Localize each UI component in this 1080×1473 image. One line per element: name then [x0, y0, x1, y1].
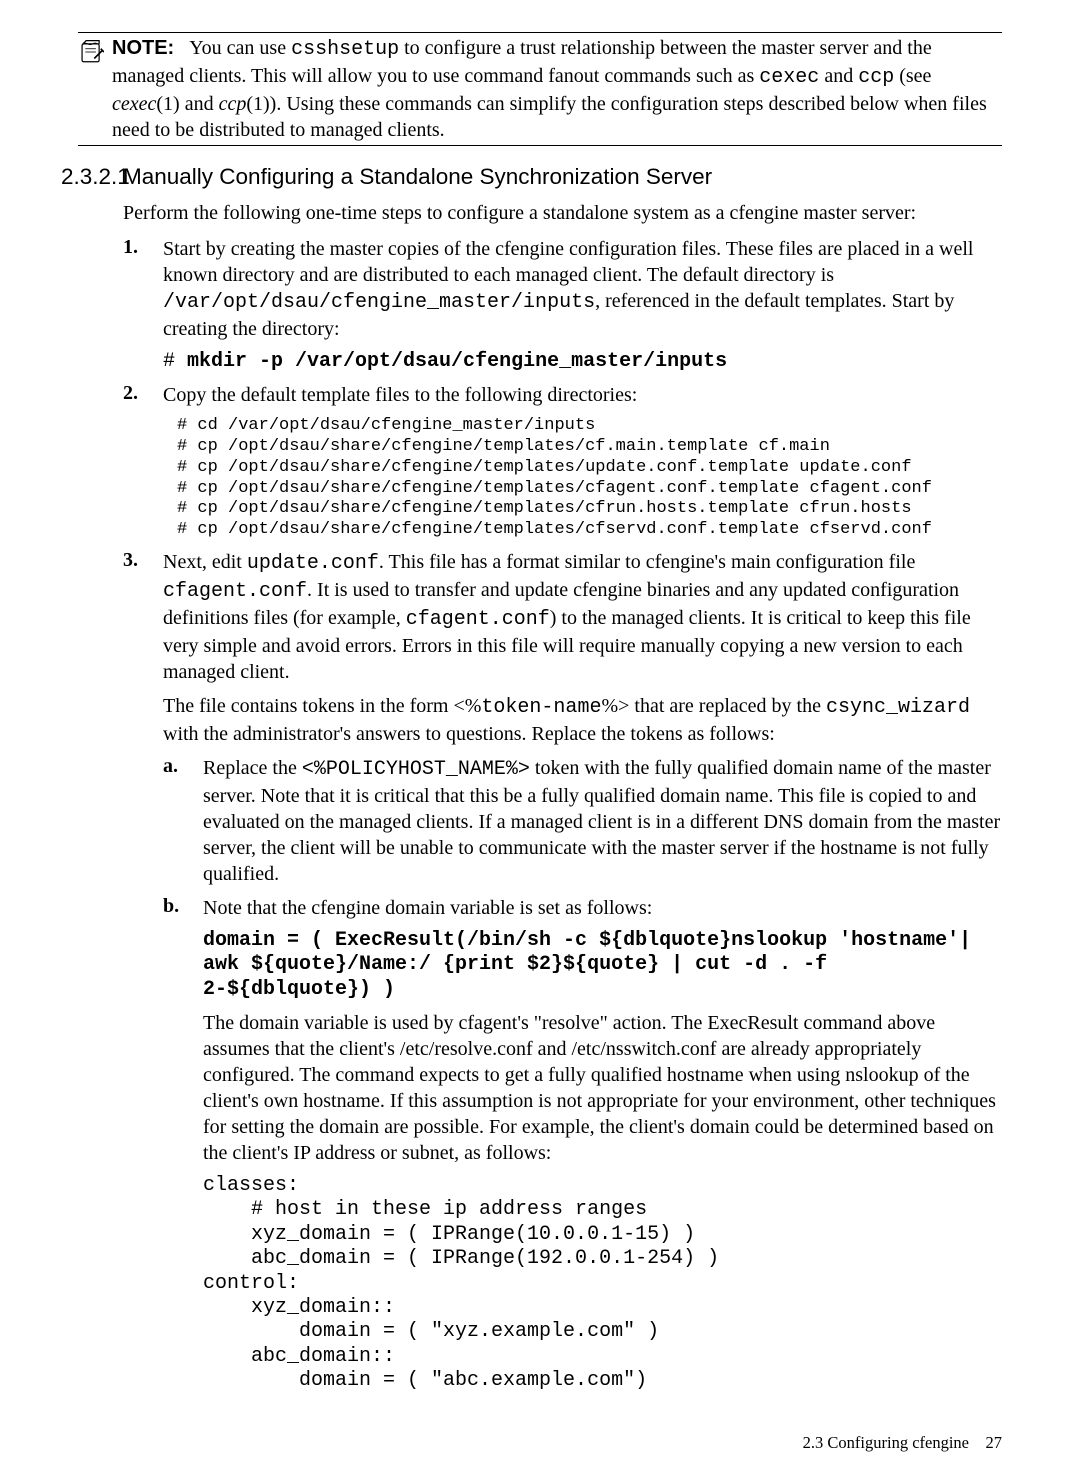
step-1: Start by creating the master copies of t…	[123, 236, 1002, 374]
note-icon	[78, 39, 104, 72]
step3b-code1: domain = ( ExecResult(/bin/sh -c ${dblqu…	[203, 929, 1002, 1002]
step-3b: Note that the cfengine domain variable i…	[163, 895, 1002, 1394]
intro-paragraph: Perform the following one-time steps to …	[123, 200, 1002, 226]
step3b-code2: classes: # host in these ip address rang…	[203, 1174, 1002, 1394]
step-3a: Replace the <%POLICYHOST_NAME%> token wi…	[163, 755, 1002, 887]
step1-command: # mkdir -p /var/opt/dsau/cfengine_master…	[163, 350, 1002, 374]
note-text: NOTE: You can use csshsetup to configure…	[112, 35, 1002, 143]
step2-code: # cd /var/opt/dsau/cfengine_master/input…	[177, 416, 1002, 540]
page-footer: 2.3 Configuring cfengine 27	[78, 1433, 1002, 1453]
note-label: NOTE:	[112, 37, 174, 59]
step-2: Copy the default template files to the f…	[123, 382, 1002, 540]
section-heading: 2.3.2.1Manually Configuring a Standalone…	[61, 164, 1002, 190]
step-3: Next, edit update.conf. This file has a …	[123, 549, 1002, 1394]
